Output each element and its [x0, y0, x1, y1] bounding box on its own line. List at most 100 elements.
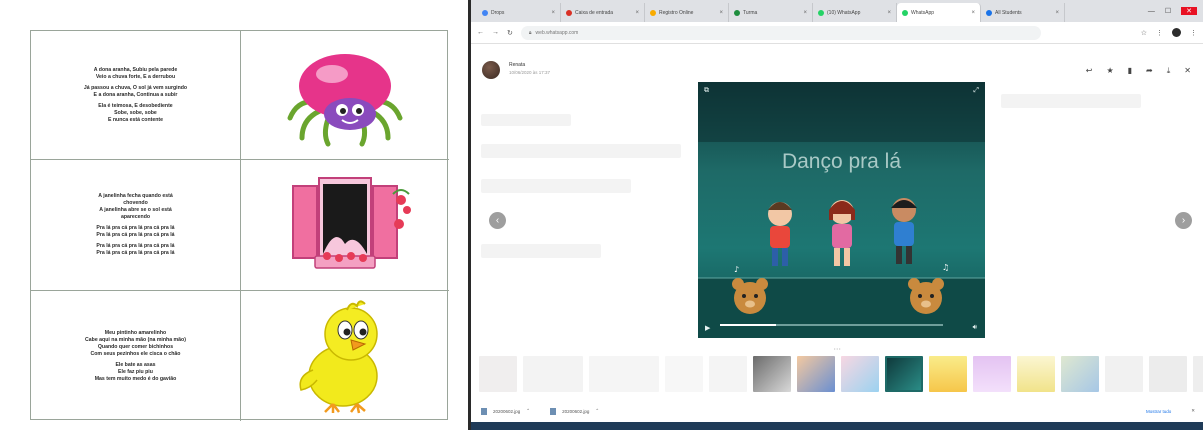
- menu-icon[interactable]: ⋮: [1190, 29, 1197, 37]
- song2-lyrics-cell: A janelinha fecha quando está chovendo A…: [31, 160, 241, 291]
- lyric-line: aparecendo: [120, 214, 151, 220]
- window-close-icon[interactable]: ✕: [1181, 7, 1197, 15]
- lyric-line: Pra lá pra cá pra lá pra cá pra lá: [96, 250, 175, 256]
- media-thumbnail[interactable]: [589, 356, 659, 392]
- download-item[interactable]: 20200602.jpg: [493, 409, 520, 414]
- next-media-button[interactable]: ›: [1175, 212, 1192, 229]
- video-progress: [720, 324, 776, 326]
- media-thumbnail[interactable]: [973, 356, 1011, 392]
- lyric-line: A dona aranha, Subiu pela parede: [93, 66, 178, 73]
- tab-2[interactable]: Registro Online ×: [645, 3, 729, 22]
- media-thumbnail[interactable]: [1017, 356, 1055, 392]
- contact-name: Renata: [509, 62, 526, 68]
- media-thumbnail[interactable]: [1105, 356, 1143, 392]
- media-indicator: • • •: [834, 346, 841, 351]
- download-icon[interactable]: ⤓: [1167, 66, 1171, 76]
- spider-illustration: [287, 54, 403, 147]
- close-icon[interactable]: ✕: [1191, 408, 1195, 414]
- media-thumbnail[interactable]: [1061, 356, 1099, 392]
- media-thumbnail[interactable]: [929, 356, 967, 392]
- star-icon[interactable]: ☆: [1141, 29, 1147, 37]
- tab-0[interactable]: Drops ×: [477, 3, 561, 22]
- delete-icon[interactable]: ▮: [1128, 66, 1132, 76]
- media-thumbnail[interactable]: [479, 356, 517, 392]
- lock-icon: 🔒︎: [528, 29, 532, 36]
- viewer-header: Renata 10/06/2020 às 17:37 ↩ ★ ▮ ➦ ⤓ ✕: [471, 44, 1203, 80]
- tab-4[interactable]: (10) WhatsApp ×: [813, 3, 897, 22]
- play-icon[interactable]: ▶: [705, 324, 710, 332]
- previous-media-button[interactable]: ‹: [489, 212, 506, 229]
- close-icon[interactable]: ×: [971, 10, 975, 16]
- media-thumbnail[interactable]: [753, 356, 791, 392]
- chevron-up-icon[interactable]: ⌃: [595, 408, 599, 414]
- close-icon[interactable]: ×: [551, 10, 555, 16]
- media-thumbnail[interactable]: [797, 356, 835, 392]
- media-thumbnail[interactable]: [1149, 356, 1187, 392]
- volume-icon[interactable]: 🔊︎: [973, 324, 977, 332]
- extension-icon[interactable]: ⋮: [1156, 29, 1163, 37]
- star-icon[interactable]: ★: [1106, 66, 1113, 76]
- lyric-line: A janelinha fecha quando está: [98, 193, 173, 199]
- lyric-line: E nunca está contente: [107, 116, 164, 123]
- close-icon[interactable]: ×: [887, 10, 891, 16]
- lyric-line: Pra lá pra cá pra lá pra cá pra lá: [96, 225, 175, 231]
- tab-label: Drops: [491, 9, 505, 16]
- chevron-up-icon[interactable]: ⌃: [526, 408, 530, 414]
- fullscreen-icon[interactable]: ⤢: [973, 87, 979, 95]
- chick-illustration: [299, 300, 378, 414]
- url-input[interactable]: 🔒︎ web.whatsapp.com: [520, 25, 1041, 40]
- lyric-line: chovendo: [123, 200, 148, 206]
- message-timestamp: 10/06/2020 às 17:37: [509, 70, 551, 75]
- show-all-downloads-link[interactable]: Mostrar tudo: [1146, 409, 1171, 414]
- background-chat-row: [481, 179, 631, 193]
- svg-text:♫: ♫: [942, 263, 949, 272]
- tab-5[interactable]: WhatsApp ×: [897, 3, 981, 22]
- background-chat-row: [481, 114, 571, 126]
- media-thumbnail[interactable]: [841, 356, 879, 392]
- close-icon[interactable]: ×: [1055, 10, 1059, 16]
- window-illustration: [292, 177, 411, 269]
- spider-picture-cell: [241, 31, 449, 160]
- favicon-icon: [986, 9, 992, 16]
- tab-label: All Students: [995, 9, 1022, 16]
- lyric-line: Cabe aqui na minha mão (na minha mão): [85, 336, 186, 343]
- media-thumbnail[interactable]: [523, 356, 583, 392]
- media-thumbnail[interactable]: [1193, 356, 1203, 392]
- window-controls: — ☐ ✕: [1148, 0, 1203, 22]
- media-thumbnail-active[interactable]: [885, 356, 923, 392]
- media-thumbnail[interactable]: [709, 356, 747, 392]
- lyric-line: Pra lá pra cá pra lá pra cá pra lá: [96, 232, 175, 238]
- contact-avatar[interactable]: [482, 61, 500, 79]
- video-player[interactable]: ♪ ♫ Danço pra lá ⧉ ⤢ ▶ 🔊︎: [698, 82, 985, 338]
- back-icon[interactable]: ←: [477, 29, 484, 36]
- reply-icon[interactable]: ↩: [1086, 66, 1093, 76]
- video-seek-slider[interactable]: [720, 324, 943, 326]
- close-icon[interactable]: ×: [803, 10, 807, 16]
- forward-icon[interactable]: →: [492, 29, 499, 36]
- reload-icon[interactable]: ↻: [507, 29, 513, 37]
- tab-1[interactable]: Caixa de entrada ×: [561, 3, 645, 22]
- close-icon[interactable]: ✕: [1184, 66, 1191, 76]
- tab-3[interactable]: Turma ×: [729, 3, 813, 22]
- window-picture-cell: [241, 160, 449, 291]
- favicon-icon: [902, 9, 908, 16]
- lyric-line: Ele bate as asas: [115, 361, 156, 368]
- svg-text:♪: ♪: [734, 265, 739, 274]
- file-icon: [550, 407, 557, 415]
- video-frame-illustration: ♪ ♫: [698, 82, 985, 338]
- maximize-icon[interactable]: ☐: [1165, 7, 1171, 15]
- minimize-icon[interactable]: —: [1148, 8, 1155, 15]
- song1-lyrics: A dona aranha, Subiu pela parede Veio a …: [37, 31, 234, 159]
- download-bar: 20200602.jpg ⌃ 20200602.jpg ⌃ Mostrar tu…: [471, 400, 1203, 422]
- lyric-line: Mas tem muito medo é do gavião: [94, 375, 177, 382]
- tab-6[interactable]: All Students ×: [981, 3, 1065, 22]
- pip-icon[interactable]: ⧉: [704, 87, 709, 95]
- media-thumbnail[interactable]: [665, 356, 703, 392]
- download-item[interactable]: 20200602.jpg: [562, 409, 589, 414]
- video-title-text: Danço pra lá: [781, 150, 902, 173]
- profile-avatar[interactable]: [1172, 28, 1181, 37]
- close-icon[interactable]: ×: [635, 10, 639, 16]
- close-icon[interactable]: ×: [719, 10, 723, 16]
- lyric-line: Ela é teimosa, E desobediente: [98, 102, 173, 109]
- forward-icon[interactable]: ➦: [1146, 66, 1153, 76]
